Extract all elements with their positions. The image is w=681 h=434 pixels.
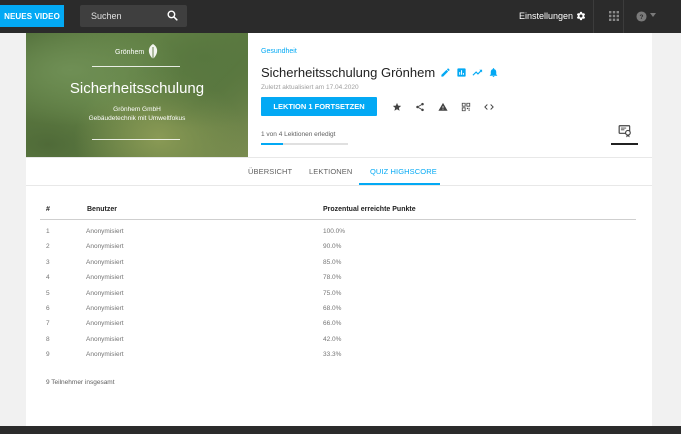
score-cell: 75.0% (323, 289, 342, 297)
course-card: Grönhem Sicherheitsschulung Grönhem GmbH… (26, 33, 652, 426)
last-updated: Zuletzt aktualisiert am 17.04.2020 (261, 84, 359, 91)
divider (26, 185, 652, 186)
user-cell: Anonymisiert (86, 274, 124, 282)
bottom-bar (0, 426, 681, 434)
gear-icon (576, 11, 586, 21)
user-cell: Anonymisiert (86, 320, 124, 328)
column-header-user: Benutzer (87, 206, 117, 213)
table-row: 6 Anonymisiert 68.0% (40, 305, 636, 320)
apps-grid-icon[interactable] (609, 11, 619, 21)
chevron-down-icon[interactable] (650, 13, 656, 17)
warning-icon[interactable] (438, 102, 448, 112)
rank-cell: 7 (46, 320, 50, 328)
bar-chart-icon[interactable] (456, 67, 467, 78)
course-thumbnail[interactable]: Grönhem Sicherheitsschulung Grönhem GmbH… (26, 33, 248, 157)
user-cell: Anonymisiert (86, 243, 124, 251)
divider (26, 157, 652, 158)
score-cell: 100.0% (323, 228, 346, 235)
title-row: Sicherheitsschulung Grönhem (261, 65, 499, 80)
progress-text: 1 von 4 Lektionen erledigt (261, 131, 336, 138)
company-logo: Grönhem (115, 43, 160, 61)
column-header-number: # (46, 206, 50, 213)
share-icon[interactable] (415, 102, 425, 112)
table-row: 8 Anonymisiert 42.0% (40, 336, 636, 351)
separator (623, 0, 624, 33)
rank-cell: 1 (46, 228, 50, 235)
table-row: 9 Anonymisiert 33.3% (40, 351, 636, 366)
search-input[interactable]: Suchen (91, 11, 122, 21)
score-cell: 42.0% (323, 335, 342, 343)
action-icons (392, 102, 494, 112)
settings-link[interactable]: Einstellungen (519, 11, 586, 21)
thumbnail-tagline: Gebäudetechnik mit Umweltfokus (88, 115, 186, 122)
table-row: 5 Anonymisiert 75.0% (40, 290, 636, 305)
user-cell: Anonymisiert (86, 258, 124, 266)
tab-quiz-highscore[interactable]: QUIZ HIGHSCORE (370, 167, 437, 176)
rank-cell: 5 (46, 289, 50, 297)
pencil-icon[interactable] (440, 67, 451, 78)
score-cell: 66.0% (323, 320, 342, 328)
table-header-divider (40, 219, 636, 220)
thumbnail-title: Sicherheitsschulung (69, 80, 205, 97)
tab-lessons[interactable]: LEKTIONEN (309, 167, 352, 176)
separator (593, 0, 594, 33)
progress-bar (261, 143, 348, 145)
certificate-icon[interactable] (618, 124, 632, 138)
qr-code-icon[interactable] (461, 102, 471, 112)
score-cell: 33.3% (323, 351, 342, 359)
rank-cell: 9 (46, 351, 50, 359)
user-cell: Anonymisiert (86, 228, 124, 235)
user-cell: Anonymisiert (86, 305, 124, 312)
course-title: Sicherheitsschulung Grönhem (261, 65, 436, 80)
thumbnail-company: Grönhem GmbH (113, 106, 161, 113)
rank-cell: 3 (46, 258, 50, 266)
column-header-score: Prozentual erreichte Punkte (323, 206, 416, 213)
embed-code-icon[interactable] (484, 102, 494, 112)
svg-text:?: ? (640, 14, 644, 21)
trending-up-icon[interactable] (472, 67, 483, 78)
logo-text: Grönhem (115, 48, 145, 56)
progress-bar-fill (261, 143, 283, 145)
search-icon[interactable] (166, 9, 179, 22)
bell-icon[interactable] (488, 67, 499, 78)
score-cell: 78.0% (323, 274, 342, 282)
user-cell: Anonymisiert (86, 289, 124, 297)
category-link[interactable]: Gesundheit (261, 48, 297, 55)
help-icon[interactable]: ? (636, 11, 647, 22)
tab-overview[interactable]: ÜBERSICHT (248, 167, 292, 176)
star-icon[interactable] (392, 102, 402, 112)
leaf-icon (149, 44, 158, 60)
certificate-underline (611, 143, 638, 145)
table-row: 2 Anonymisiert 90.0% (40, 243, 636, 258)
score-cell: 68.0% (323, 305, 342, 312)
table-row: 3 Anonymisiert 85.0% (40, 259, 636, 274)
participant-count: 9 Teilnehmer insgesamt (46, 379, 115, 386)
top-bar: NEUES VIDEO Suchen Einstellungen ? (0, 0, 681, 33)
rank-cell: 6 (46, 305, 50, 312)
continue-lesson-button[interactable]: LEKTION 1 FORTSETZEN (261, 97, 377, 116)
rank-cell: 4 (46, 274, 50, 282)
score-cell: 90.0% (323, 243, 342, 251)
settings-label: Einstellungen (519, 11, 574, 21)
new-video-button[interactable]: NEUES VIDEO (0, 5, 64, 27)
user-cell: Anonymisiert (86, 351, 124, 359)
search-box[interactable]: Suchen (80, 5, 187, 27)
score-cell: 85.0% (323, 258, 342, 266)
table-row: 4 Anonymisiert 78.0% (40, 274, 636, 289)
rank-cell: 8 (46, 335, 50, 343)
table-row: 7 Anonymisiert 66.0% (40, 320, 636, 335)
table-row: 1 Anonymisiert 100.0% (40, 228, 636, 243)
divider (92, 139, 180, 140)
rank-cell: 2 (46, 243, 50, 251)
divider (92, 66, 180, 67)
user-cell: Anonymisiert (86, 335, 124, 343)
